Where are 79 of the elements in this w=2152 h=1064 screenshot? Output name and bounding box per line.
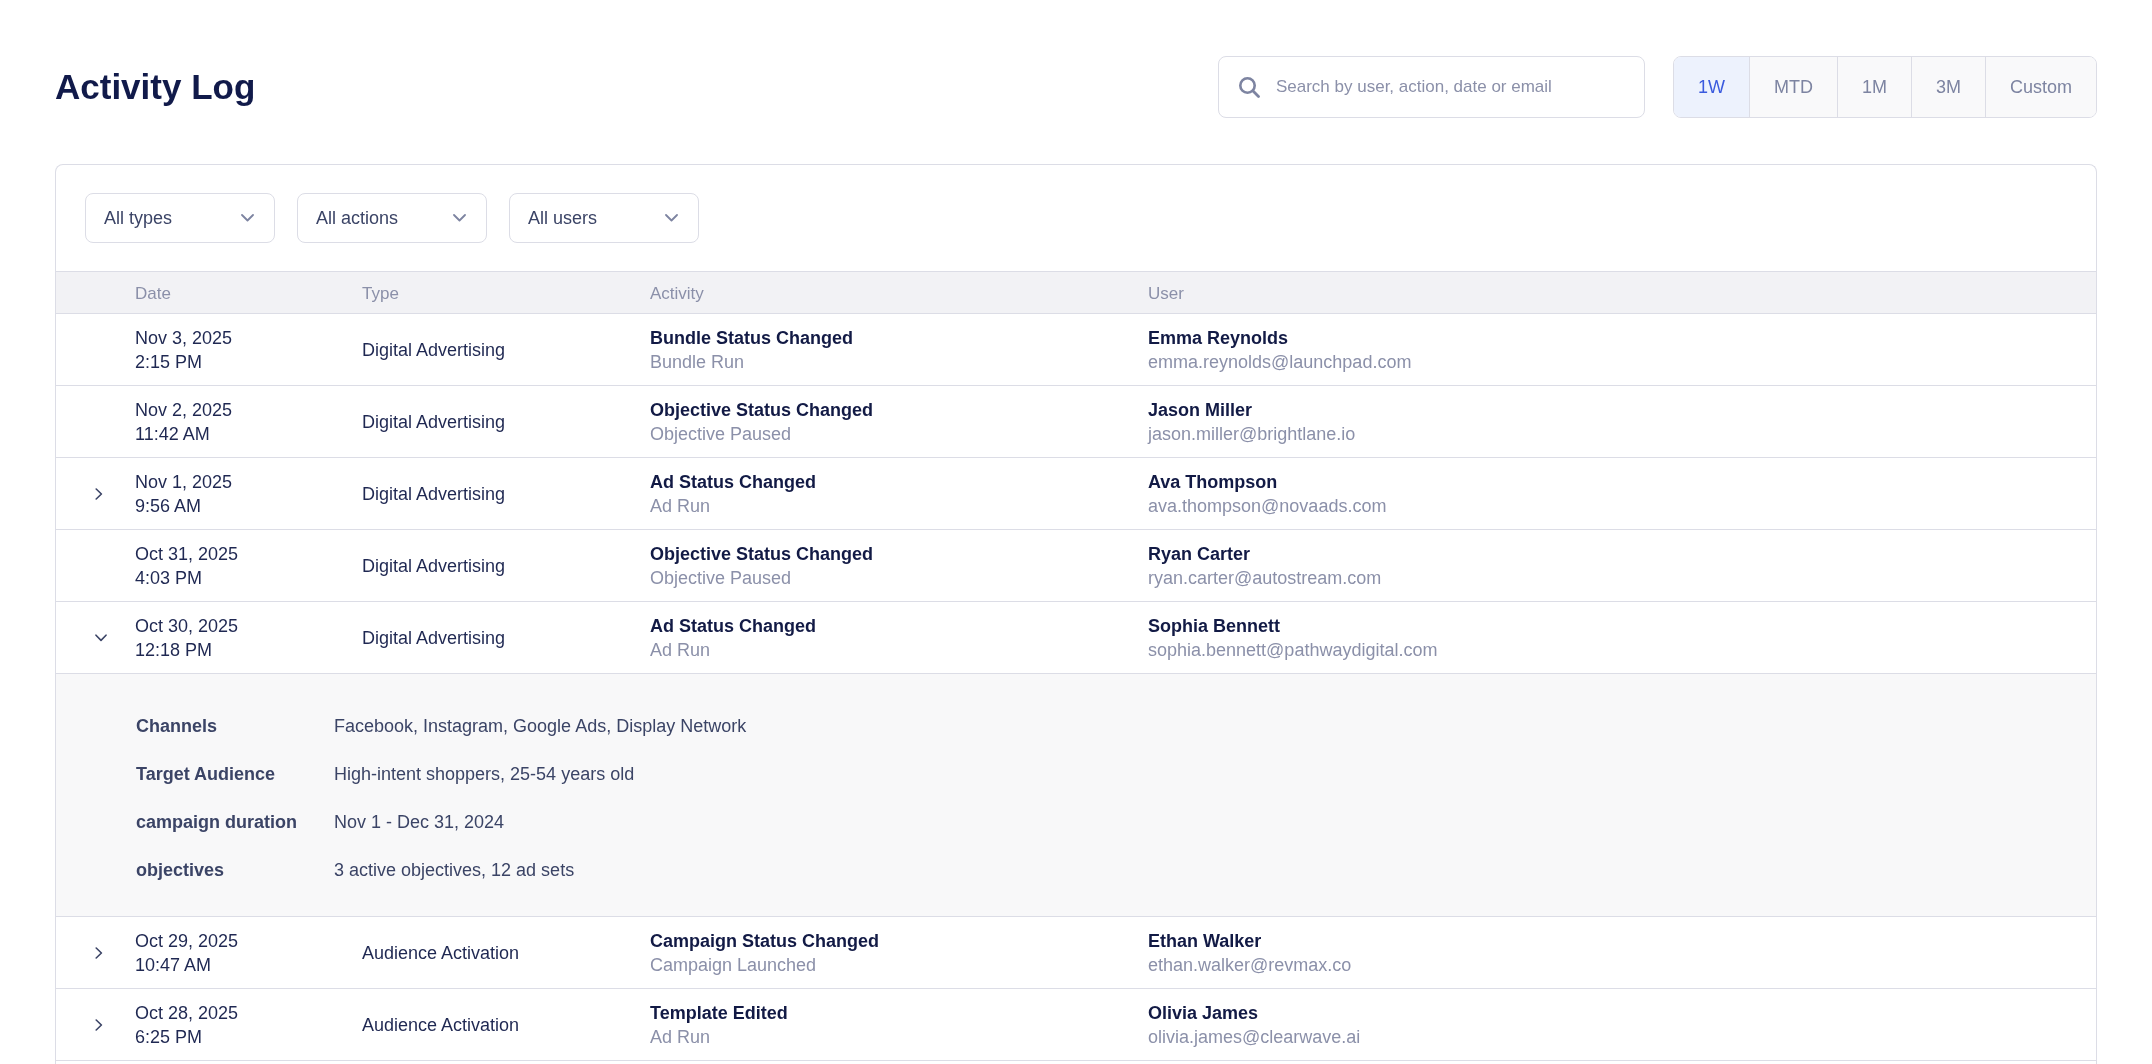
detail-label: Target Audience [136, 763, 277, 785]
column-header: Activity [650, 282, 705, 304]
detail-value: Facebook, Instagram, Google Ads, Display Network [334, 715, 747, 737]
user-email: sophia.bennett@pathwaydigital.com [1148, 638, 1438, 662]
activity-subtitle: Bundle Run [650, 350, 745, 374]
detail-value: Nov 1 - Dec 31, 2024 [334, 811, 505, 833]
activity-title: Template Edited [650, 1001, 788, 1025]
date-text: Nov 1, 2025 [135, 470, 233, 494]
date-text: Oct 31, 2025 [135, 542, 239, 566]
date-text: Oct 30, 2025 [135, 614, 239, 638]
chevron-down-icon [665, 214, 678, 222]
date-text: Oct 29, 2025 [135, 929, 239, 953]
activity-title: Campaign Status Changed [650, 929, 880, 953]
range-tab[interactable]: 3M [1910, 57, 1985, 117]
search-field[interactable]: Search by user, action, date or email [1217, 56, 1645, 118]
user-name: Jason Miller [1148, 398, 1253, 422]
time-text: 2:15 PM [135, 350, 203, 374]
user-name: Ethan Walker [1148, 929, 1262, 953]
time-text: 6:25 PM [135, 1025, 203, 1049]
page-title: Activity Log [55, 66, 256, 108]
column-header: User [1148, 282, 1185, 304]
type-text: Digital Advertising [362, 554, 506, 578]
column-header: Type [362, 282, 400, 304]
search-icon [1237, 76, 1260, 98]
time-text: 4:03 PM [135, 566, 203, 590]
activity-title: Objective Status Changed [650, 398, 874, 422]
user-email: olivia.james@clearwave.ai [1148, 1025, 1361, 1049]
user-name: Olivia James [1148, 1001, 1259, 1025]
filter-dropdown[interactable]: All users [509, 193, 699, 243]
chevron-down-icon [241, 214, 254, 222]
detail-value: 3 active objectives, 12 ad sets [334, 859, 575, 881]
chevron-right-icon[interactable] [95, 946, 103, 959]
date-text: Nov 3, 2025 [135, 326, 233, 350]
activity-subtitle: Ad Run [650, 1025, 711, 1049]
user-name: Ava Thompson [1148, 470, 1278, 494]
type-text: Digital Advertising [362, 338, 506, 362]
time-text: 11:42 AM [135, 422, 210, 446]
time-text: 12:18 PM [135, 638, 213, 662]
detail-label: campaign duration [136, 811, 298, 833]
user-name: Sophia Bennett [1148, 614, 1280, 638]
column-header: Date [135, 282, 172, 304]
range-tab[interactable]: Custom [1985, 57, 2096, 117]
date-text: Oct 28, 2025 [135, 1001, 239, 1025]
activity-title: Objective Status Changed [650, 542, 874, 566]
filter-dropdown[interactable]: All types [85, 193, 275, 243]
range-tab[interactable]: 1W [1673, 57, 1749, 117]
activity-subtitle: Objective Paused [650, 422, 792, 446]
detail-label: Channels [136, 715, 219, 737]
activity-title: Ad Status Changed [650, 470, 816, 494]
chevron-down-icon[interactable] [95, 633, 107, 642]
time-text: 10:47 AM [135, 953, 212, 977]
range-tab[interactable]: 1M [1836, 57, 1911, 117]
type-text: Digital Advertising [362, 626, 506, 650]
activity-subtitle: Objective Paused [650, 566, 792, 590]
user-name: Emma Reynolds [1148, 326, 1289, 350]
detail-value: High-intent shoppers, 25-54 years old [334, 763, 635, 785]
chevron-down-icon [453, 214, 466, 222]
date-text: Nov 2, 2025 [135, 398, 233, 422]
user-email: emma.reynolds@launchpad.com [1148, 350, 1412, 374]
activity-subtitle: Ad Run [650, 494, 711, 518]
type-text: Audience Activation [362, 1013, 520, 1037]
activity-title: Bundle Status Changed [650, 326, 853, 350]
range-tab[interactable]: MTD [1748, 57, 1837, 117]
activity-subtitle: Ad Run [650, 638, 711, 662]
user-name: Ryan Carter [1148, 542, 1251, 566]
activity-subtitle: Campaign Launched [650, 953, 817, 977]
user-email: jason.miller@brightlane.io [1148, 422, 1356, 446]
detail-label: objectives [136, 859, 226, 881]
chevron-right-icon[interactable] [95, 1018, 103, 1031]
type-text: Audience Activation [362, 941, 520, 965]
filter-dropdown[interactable]: All actions [297, 193, 487, 243]
user-email: ryan.carter@autostream.com [1148, 566, 1382, 590]
user-email: ethan.walker@revmax.co [1148, 953, 1352, 977]
type-text: Digital Advertising [362, 410, 506, 434]
chevron-right-icon[interactable] [95, 487, 103, 500]
user-email: ava.thompson@novaads.com [1148, 494, 1387, 518]
activity-title: Ad Status Changed [650, 614, 816, 638]
time-text: 9:56 AM [135, 494, 202, 518]
type-text: Digital Advertising [362, 482, 506, 506]
